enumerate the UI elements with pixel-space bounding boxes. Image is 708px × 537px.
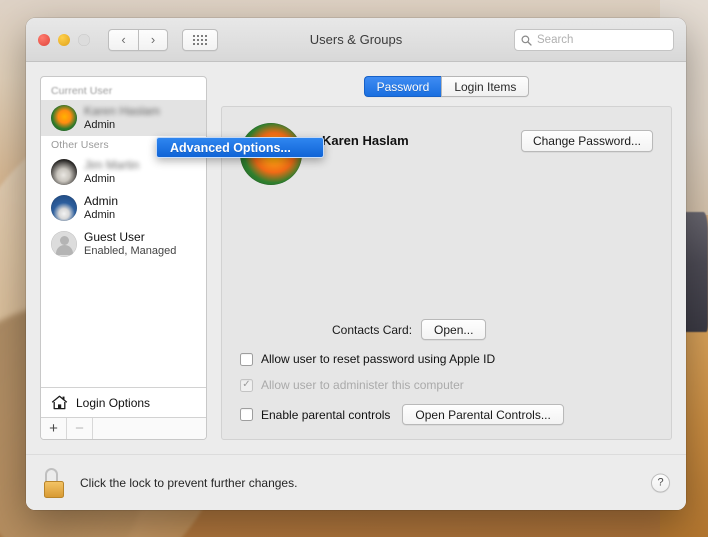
tab-login-items[interactable]: Login Items <box>441 76 530 97</box>
dog-avatar-icon <box>51 159 77 185</box>
account-display-name: Karen Haslam <box>322 133 409 148</box>
add-remove-filler <box>93 418 206 439</box>
user-row-other-2[interactable]: Admin Admin <box>41 190 206 226</box>
allow-administer-label: Allow user to administer this computer <box>261 378 464 392</box>
user-row-other-1[interactable]: Jim Martin Admin <box>41 154 206 190</box>
search-field[interactable]: Search <box>514 29 674 51</box>
allow-administer-row: ✓ Allow user to administer this computer <box>240 378 653 392</box>
user-name-redacted: Karen Haslam <box>84 104 161 119</box>
user-name: Admin <box>84 194 119 209</box>
contacts-card-row: Contacts Card: Open... <box>240 319 653 340</box>
window-body: Current User Karen Haslam Admin Other Us… <box>26 62 686 454</box>
allow-administer-checkbox: ✓ <box>240 378 253 392</box>
user-role: Admin <box>84 208 116 221</box>
user-row-text: Admin Admin <box>84 194 118 221</box>
lock-bar: Click the lock to prevent further change… <box>26 454 686 510</box>
search-icon <box>521 35 532 46</box>
tab-bar: Password Login Items <box>221 76 672 97</box>
enable-parental-controls-label: Enable parental controls <box>261 407 391 422</box>
zoom-window-button[interactable] <box>78 33 90 46</box>
parental-controls-row: Enable parental controls Open Parental C… <box>240 404 653 425</box>
menu-item-advanced-options[interactable]: Advanced Options... <box>170 141 291 155</box>
home-icon <box>51 395 68 410</box>
show-all-button[interactable] <box>182 28 218 51</box>
contacts-card-label: Contacts Card: <box>332 322 413 337</box>
minimize-window-button[interactable] <box>58 33 70 46</box>
group-header-current-user: Current User <box>51 85 113 97</box>
traffic-light-group <box>38 33 90 46</box>
users-sidebar: Current User Karen Haslam Admin Other Us… <box>40 76 207 440</box>
enable-parental-controls-checkbox[interactable] <box>240 408 253 421</box>
change-password-button[interactable]: Change Password... <box>520 130 653 152</box>
user-list: Current User Karen Haslam Admin Other Us… <box>41 77 206 387</box>
window-titlebar: ‹ › Users & Groups Search <box>26 18 686 62</box>
user-name-redacted: Jim Martin <box>84 158 140 173</box>
login-options-label: Login Options <box>76 395 151 410</box>
open-parental-controls-button[interactable]: Open Parental Controls... <box>402 404 564 425</box>
lock-hint-text: Click the lock to prevent further change… <box>80 475 298 490</box>
user-row-guest[interactable]: Guest User Enabled, Managed <box>41 226 206 262</box>
user-role: Enabled, Managed <box>84 244 177 257</box>
user-role: Admin <box>84 118 116 131</box>
allow-reset-password-checkbox[interactable] <box>240 352 253 366</box>
user-row-text: Jim Martin Admin <box>84 158 139 185</box>
main-panel: Password Login Items Karen Haslam Change… <box>221 76 672 440</box>
user-row-text: Karen Haslam Admin <box>84 104 160 131</box>
forward-button[interactable]: › <box>138 28 168 51</box>
sidebar-item-login-options[interactable]: Login Options <box>41 387 206 417</box>
open-contacts-card-button[interactable]: Open... <box>421 319 487 340</box>
account-options: Contacts Card: Open... Allow user to res… <box>240 319 653 425</box>
penguin-avatar-icon <box>51 195 77 221</box>
chevron-right-icon: › <box>150 32 156 47</box>
user-name: Guest User <box>84 230 145 245</box>
guest-avatar-icon <box>51 231 77 257</box>
user-row-current[interactable]: Karen Haslam Admin <box>41 100 206 136</box>
user-row-text: Guest User Enabled, Managed <box>84 230 176 257</box>
users-and-groups-window: ‹ › Users & Groups Search Current User K… <box>26 18 686 510</box>
tab-password[interactable]: Password <box>363 76 442 97</box>
unlocked-padlock-icon[interactable] <box>42 467 68 498</box>
chevron-left-icon: ‹ <box>121 32 126 47</box>
navigation-button-group: ‹ › <box>108 28 168 51</box>
context-menu: Advanced Options... <box>156 137 324 158</box>
add-user-button[interactable]: + <box>41 418 67 439</box>
account-header: Karen Haslam Change Password... <box>240 123 653 197</box>
allow-reset-password-row[interactable]: Allow user to reset password using Apple… <box>240 352 653 366</box>
flower-avatar-icon <box>51 105 77 131</box>
close-window-button[interactable] <box>38 33 50 46</box>
allow-reset-password-label: Allow user to reset password using Apple… <box>261 352 496 366</box>
help-button[interactable]: ? <box>651 473 670 492</box>
remove-user-button: − <box>67 418 93 439</box>
grid-dots-icon <box>193 34 207 45</box>
sidebar-add-remove-bar: + − <box>41 417 206 439</box>
search-placeholder: Search <box>537 34 574 46</box>
user-role: Admin <box>84 172 116 185</box>
back-button[interactable]: ‹ <box>108 28 138 51</box>
